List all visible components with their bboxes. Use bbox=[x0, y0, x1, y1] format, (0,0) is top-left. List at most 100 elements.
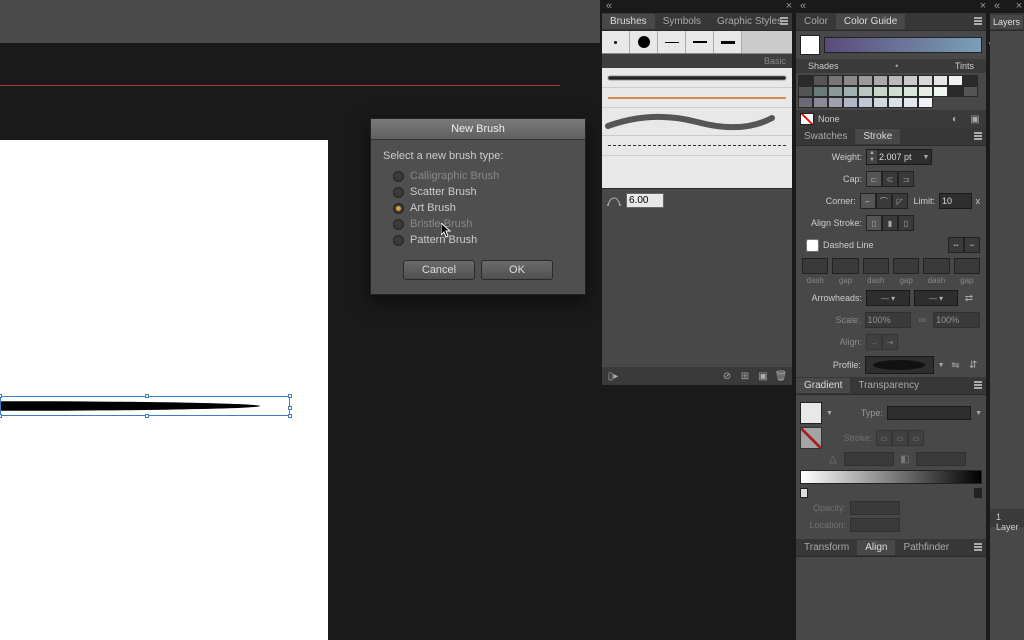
panel-collapse-icon[interactable]: « bbox=[991, 0, 1003, 12]
panel-menu-icon[interactable] bbox=[972, 380, 984, 390]
color-swatch[interactable] bbox=[903, 75, 918, 86]
brush-thumbnail[interactable] bbox=[714, 31, 742, 53]
options-icon[interactable]: ⊞ bbox=[738, 369, 752, 383]
panel-menu-icon[interactable] bbox=[972, 131, 984, 141]
new-brush-icon[interactable]: ▣ bbox=[756, 369, 770, 383]
limit-input[interactable] bbox=[940, 196, 966, 206]
color-swatch[interactable] bbox=[918, 86, 933, 97]
harmony-rule-bar[interactable]: ▼ bbox=[824, 37, 982, 53]
color-swatch[interactable] bbox=[963, 75, 978, 86]
tab-swatches[interactable]: Swatches bbox=[796, 129, 855, 144]
brush-item[interactable] bbox=[602, 136, 792, 156]
corner-bevel-icon[interactable]: ◸ bbox=[892, 193, 908, 209]
flip-across-icon[interactable]: ⇋ bbox=[949, 358, 963, 372]
color-swatch[interactable] bbox=[948, 75, 963, 86]
color-swatch[interactable] bbox=[918, 97, 933, 108]
tab-transparency[interactable]: Transparency bbox=[850, 378, 927, 393]
gradient-angle-field[interactable] bbox=[844, 452, 894, 466]
cap-round-icon[interactable]: ⊂ bbox=[882, 171, 898, 187]
dashed-line-checkbox[interactable] bbox=[806, 239, 819, 252]
panel-collapse-icon[interactable]: « bbox=[797, 0, 809, 12]
color-swatch[interactable] bbox=[948, 86, 963, 97]
brush-thumbnail[interactable] bbox=[630, 31, 658, 53]
panel-menu-icon[interactable] bbox=[972, 542, 984, 552]
gradient-preview[interactable] bbox=[800, 402, 822, 424]
weight-field[interactable]: ▲▼ ▼ bbox=[866, 149, 932, 165]
tab-stroke[interactable]: Stroke bbox=[855, 129, 900, 144]
resize-handle[interactable] bbox=[0, 414, 2, 418]
selection-bounding-box[interactable] bbox=[0, 396, 290, 416]
color-swatch[interactable] bbox=[828, 75, 843, 86]
color-swatch[interactable] bbox=[933, 75, 948, 86]
align-inside-icon[interactable]: ▮ bbox=[882, 215, 898, 231]
resize-handle[interactable] bbox=[145, 414, 149, 418]
link-icon[interactable]: ∞ bbox=[915, 313, 929, 327]
color-swatch[interactable] bbox=[813, 97, 828, 108]
tab-layers[interactable]: Layers bbox=[990, 15, 1023, 29]
color-swatch[interactable] bbox=[843, 75, 858, 86]
gradient-aspect-field[interactable] bbox=[916, 452, 966, 466]
align-center-icon[interactable]: ▯ bbox=[866, 215, 882, 231]
scale-end-input[interactable] bbox=[934, 315, 972, 325]
corner-round-icon[interactable]: ⌒ bbox=[876, 193, 892, 209]
tab-color-guide[interactable]: Color Guide bbox=[836, 14, 905, 29]
weight-input[interactable] bbox=[877, 152, 921, 162]
color-swatch[interactable] bbox=[828, 97, 843, 108]
tab-pathfinder[interactable]: Pathfinder bbox=[895, 540, 957, 555]
radio-icon[interactable] bbox=[393, 187, 404, 198]
brush-thumbnail[interactable] bbox=[602, 31, 630, 53]
radio-art[interactable]: Art Brush bbox=[393, 202, 573, 214]
panel-close-icon[interactable]: × bbox=[977, 0, 989, 12]
color-swatch[interactable] bbox=[858, 86, 873, 97]
radio-pattern[interactable]: Pattern Brush bbox=[393, 234, 573, 246]
trash-icon[interactable]: 🗑 bbox=[774, 369, 788, 383]
swap-arrows-icon[interactable]: ⇄ bbox=[962, 291, 976, 305]
gradient-slider[interactable] bbox=[800, 470, 982, 484]
panel-menu-icon[interactable] bbox=[778, 16, 790, 26]
panel-close-icon[interactable]: × bbox=[1013, 0, 1024, 12]
recolor-icon[interactable]: ◐ bbox=[948, 112, 962, 126]
dash-field[interactable] bbox=[802, 258, 828, 274]
step-up-icon[interactable]: ▲ bbox=[867, 150, 877, 157]
chevron-down-icon[interactable]: ▼ bbox=[921, 154, 931, 161]
scale-start-input[interactable] bbox=[866, 315, 904, 325]
gradient-type-select[interactable] bbox=[887, 406, 971, 420]
brush-list[interactable] bbox=[602, 68, 792, 188]
gradient-stop[interactable] bbox=[800, 488, 808, 498]
gradient-none-icon[interactable] bbox=[800, 427, 822, 449]
brush-item[interactable] bbox=[602, 108, 792, 136]
chevron-down-icon[interactable]: ▼ bbox=[975, 410, 982, 417]
panel-close-icon[interactable]: × bbox=[783, 0, 795, 12]
chevron-down-icon[interactable]: ▼ bbox=[826, 410, 833, 417]
arrow-align-end-icon[interactable]: ⇥ bbox=[882, 334, 898, 350]
flip-along-icon[interactable]: ⇵ bbox=[966, 358, 980, 372]
color-swatch[interactable] bbox=[843, 97, 858, 108]
resize-handle[interactable] bbox=[288, 394, 292, 398]
color-swatch[interactable] bbox=[918, 75, 933, 86]
brush-item[interactable] bbox=[602, 88, 792, 108]
tab-brushes[interactable]: Brushes bbox=[602, 14, 655, 29]
stroke-grad-2-icon[interactable]: ▭ bbox=[892, 430, 908, 446]
cancel-button[interactable]: Cancel bbox=[403, 260, 475, 280]
brush-item[interactable] bbox=[602, 68, 792, 88]
gradient-location-field[interactable] bbox=[850, 518, 900, 532]
save-group-icon[interactable]: ▣ bbox=[968, 112, 982, 126]
arrow-align-tip-icon[interactable]: → bbox=[866, 334, 882, 350]
stroke-grad-1-icon[interactable]: ▭ bbox=[876, 430, 892, 446]
dash-field[interactable] bbox=[923, 258, 949, 274]
gradient-opacity-field[interactable] bbox=[850, 501, 900, 515]
panel-collapse-icon[interactable]: « bbox=[603, 0, 615, 12]
color-swatch[interactable] bbox=[903, 86, 918, 97]
tab-color[interactable]: Color bbox=[796, 14, 836, 29]
panel-menu-icon[interactable] bbox=[972, 16, 984, 26]
remove-stroke-icon[interactable]: ⊘ bbox=[720, 369, 734, 383]
step-down-icon[interactable]: ▼ bbox=[867, 157, 877, 164]
corner-miter-icon[interactable]: ⌐ bbox=[860, 193, 876, 209]
align-outside-icon[interactable]: ▯ bbox=[898, 215, 914, 231]
radio-scatter[interactable]: Scatter Brush bbox=[393, 186, 573, 198]
tab-align[interactable]: Align bbox=[857, 540, 895, 555]
brush-thumbnail[interactable] bbox=[658, 31, 686, 53]
color-swatch[interactable] bbox=[843, 86, 858, 97]
radio-icon[interactable] bbox=[393, 203, 404, 214]
gradient-stop[interactable] bbox=[974, 488, 982, 498]
